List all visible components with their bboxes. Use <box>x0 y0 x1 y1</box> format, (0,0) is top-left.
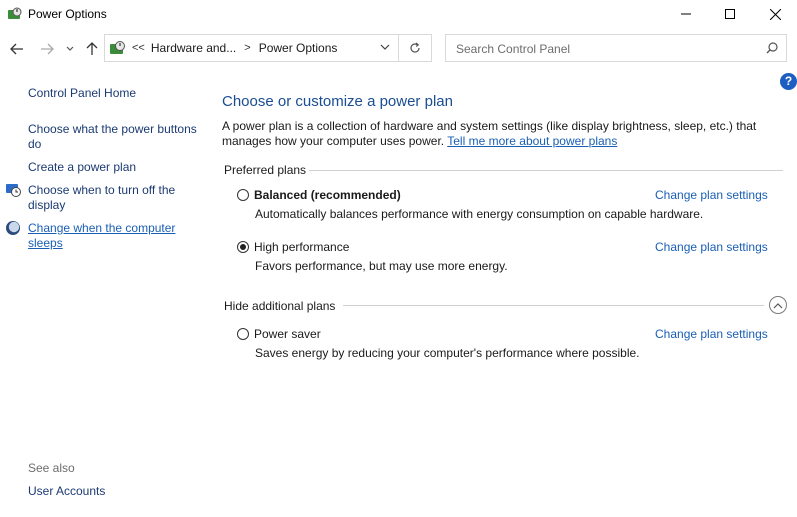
clock-monitor-icon <box>6 184 21 197</box>
section-divider <box>309 170 783 171</box>
search-box[interactable] <box>445 34 787 62</box>
chevron-down-icon <box>66 46 74 51</box>
sidebar-item-create-plan[interactable]: Create a power plan <box>28 160 136 175</box>
chevron-down-icon[interactable] <box>380 43 390 51</box>
radio-high-performance[interactable] <box>237 241 249 253</box>
close-icon <box>769 8 781 20</box>
learn-more-link[interactable]: Tell me more about power plans <box>447 134 617 148</box>
plan-desc-high-performance: Favors performance, but may use more ene… <box>255 259 508 273</box>
minimize-button[interactable] <box>663 0 709 28</box>
plan-name-balanced[interactable]: Balanced (recommended) <box>254 188 401 202</box>
search-icon <box>766 42 778 54</box>
up-button[interactable] <box>84 34 100 64</box>
search-input[interactable] <box>454 40 758 58</box>
change-plan-settings-balanced[interactable]: Change plan settings <box>655 188 768 202</box>
page-title: Choose or customize a power plan <box>222 93 453 110</box>
sidebar-item-control-panel-home[interactable]: Control Panel Home <box>28 86 136 101</box>
forward-button[interactable] <box>38 34 56 64</box>
section-divider <box>343 305 764 306</box>
title-bar: Power Options <box>0 0 797 28</box>
preferred-plans-heading: Preferred plans <box>224 163 307 177</box>
navigation-bar: << Hardware and... > Power Options <box>0 34 797 64</box>
plan-name-high-performance[interactable]: High performance <box>254 240 349 254</box>
minimize-icon <box>681 13 691 15</box>
refresh-button[interactable] <box>399 34 432 62</box>
plan-desc-balanced: Automatically balances performance with … <box>255 207 704 221</box>
sidebar-item-computer-sleeps[interactable]: Change when the computer sleeps <box>28 221 188 251</box>
arrow-right-icon <box>41 43 54 55</box>
hide-additional-plans-heading[interactable]: Hide additional plans <box>224 299 335 313</box>
chevron-up-icon <box>773 302 783 308</box>
arrow-left-icon <box>10 43 23 55</box>
window-title: Power Options <box>28 7 107 21</box>
plan-desc-power-saver: Saves energy by reducing your computer's… <box>255 346 640 360</box>
page-description: A power plan is a collection of hardware… <box>222 119 782 149</box>
address-bar[interactable]: << Hardware and... > Power Options <box>104 34 399 62</box>
sidebar-item-power-buttons[interactable]: Choose what the power buttons do <box>28 122 198 152</box>
arrow-up-icon <box>86 42 98 55</box>
moon-sleep-icon <box>6 221 20 235</box>
help-button[interactable]: ? <box>780 73 797 90</box>
power-options-breadcrumb-icon <box>110 41 125 54</box>
see-also-heading: See also <box>28 461 75 475</box>
close-button[interactable] <box>752 0 797 28</box>
sidebar-item-turn-off-display[interactable]: Choose when to turn off the display <box>28 183 188 213</box>
plan-name-power-saver[interactable]: Power saver <box>254 327 321 341</box>
change-plan-settings-high-performance[interactable]: Change plan settings <box>655 240 768 254</box>
radio-balanced[interactable] <box>237 189 249 201</box>
change-plan-settings-power-saver[interactable]: Change plan settings <box>655 327 768 341</box>
breadcrumb-separator[interactable]: > <box>244 42 250 54</box>
radio-power-saver[interactable] <box>237 328 249 340</box>
power-options-app-icon <box>8 7 22 19</box>
maximize-icon <box>725 9 735 19</box>
maximize-button[interactable] <box>707 0 753 28</box>
sidebar-item-user-accounts[interactable]: User Accounts <box>28 484 105 499</box>
breadcrumb-hardware[interactable]: Hardware and... <box>151 41 236 55</box>
breadcrumb-overflow[interactable]: << <box>132 42 145 54</box>
recent-locations-button[interactable] <box>64 34 76 64</box>
refresh-icon <box>410 42 420 53</box>
breadcrumb-power-options[interactable]: Power Options <box>259 41 338 55</box>
collapse-button[interactable] <box>769 296 787 314</box>
back-button[interactable] <box>8 34 26 64</box>
